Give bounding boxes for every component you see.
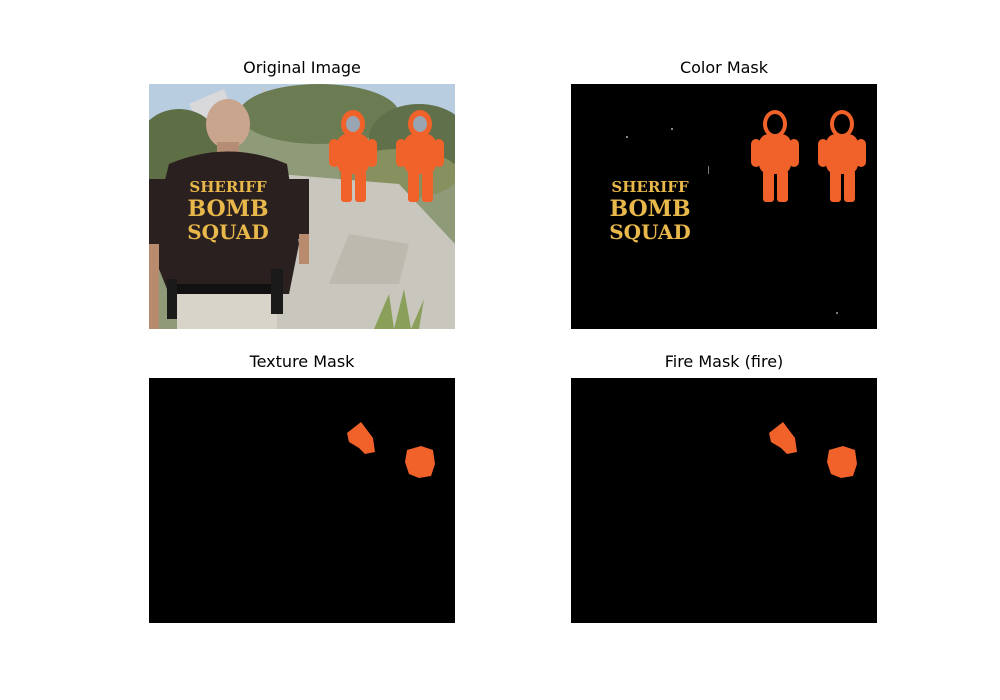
shirt-text-line: BOMB	[609, 196, 690, 222]
panel-title-texture-mask: Texture Mask	[249, 352, 355, 371]
fire-mask-image	[571, 378, 877, 623]
shirt-text-line: SQUAD	[609, 220, 691, 244]
shirt-text-line: SHERIFF	[611, 178, 689, 196]
panel-title-original: Original Image	[243, 58, 361, 77]
panel-title-color-mask: Color Mask	[679, 58, 769, 77]
shirt-text-line: SQUAD	[187, 220, 269, 244]
original-image: SHERIFF BOMB SQUAD	[149, 84, 455, 329]
shirt-text-line: SHERIFF	[189, 178, 267, 196]
texture-mask-image	[149, 378, 455, 623]
panel-title-fire-mask: Fire Mask (fire)	[664, 352, 784, 371]
color-mask-image: SHERIFF BOMB SQUAD	[571, 84, 877, 329]
shirt-text-line: BOMB	[187, 196, 268, 222]
